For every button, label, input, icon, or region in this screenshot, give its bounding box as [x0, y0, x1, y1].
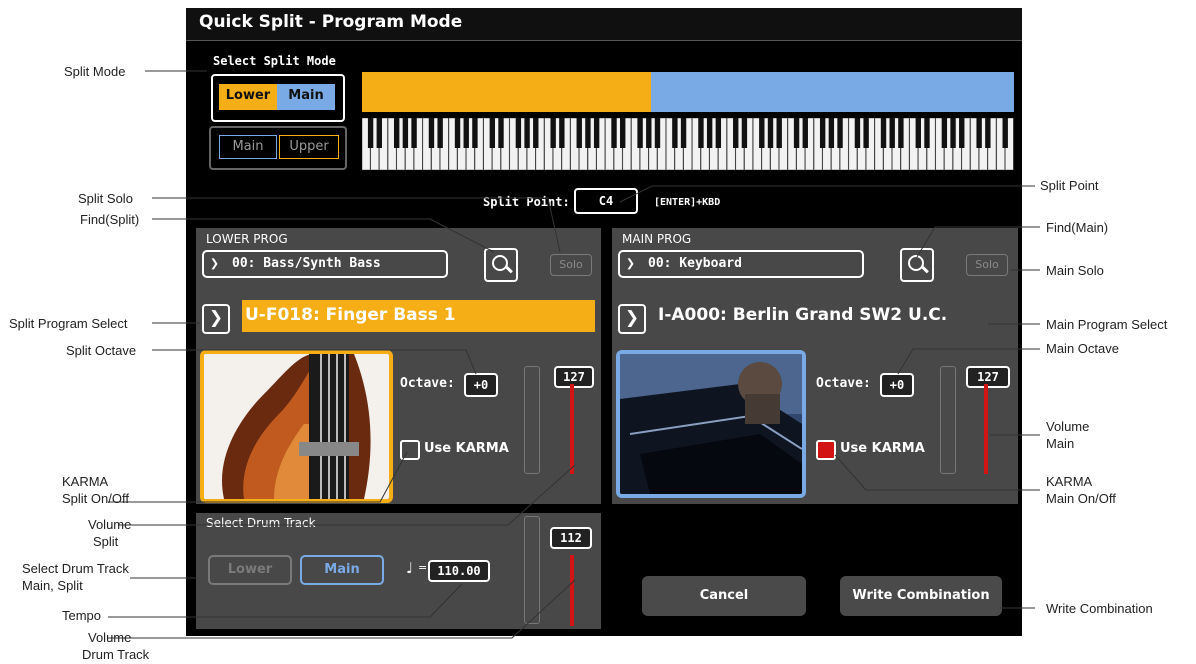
callout-volume-main-2: Main — [1046, 436, 1075, 451]
callout-split-program-select: Split Program Select — [9, 316, 128, 331]
callout-volume-split-2: Split — [93, 534, 119, 549]
callout-karma-split-2: Split On/Off — [62, 491, 129, 506]
callout-find-split: Find(Split) — [80, 212, 140, 227]
callout-split-mode: Split Mode — [64, 64, 126, 79]
callout-karma-split-1: KARMA — [62, 474, 109, 489]
callout-split-solo: Split Solo — [78, 191, 133, 206]
callout-karma-main-2: Main On/Off — [1046, 491, 1116, 506]
callout-main-solo: Main Solo — [1046, 263, 1104, 278]
callout-main-program-select: Main Program Select — [1046, 317, 1168, 332]
callout-write-combination: Write Combination — [1046, 601, 1153, 616]
callout-karma-main-1: KARMA — [1046, 474, 1093, 489]
callout-split-point: Split Point — [1040, 178, 1099, 193]
callout-find-main: Find(Main) — [1046, 220, 1109, 235]
callout-volume-main-1: Volume — [1046, 419, 1090, 434]
callout-split-octave: Split Octave — [66, 343, 137, 358]
callout-lines — [108, 70, 1040, 639]
callout-volume-drum-2: Drum Track — [82, 647, 150, 662]
callout-main-octave: Main Octave — [1046, 341, 1119, 356]
callout-select-drum-1: Select Drum Track — [22, 561, 129, 576]
callout-volume-drum-1: Volume — [88, 630, 132, 645]
callout-tempo: Tempo — [62, 608, 102, 623]
callout-select-drum-2: Main, Split — [22, 578, 83, 593]
callout-volume-split-1: Volume — [88, 517, 132, 532]
